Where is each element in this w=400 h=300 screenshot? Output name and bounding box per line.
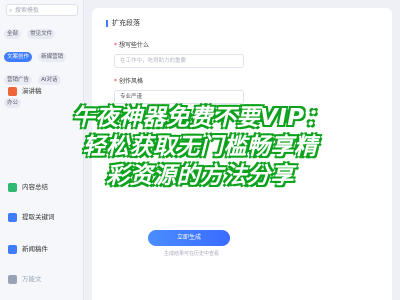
sidebar-item-universal[interactable]: 万能文 bbox=[8, 272, 78, 286]
search-input[interactable]: ⌕ 搜索模板 bbox=[6, 4, 78, 16]
card-title-text: 扩充段落 bbox=[112, 19, 140, 27]
sidebar-item-label: 万能文 bbox=[22, 275, 42, 283]
doc-icon bbox=[8, 274, 17, 284]
generate-hint: 生成结果可在历史中查看 bbox=[164, 251, 220, 257]
card-title: 扩充段落 bbox=[106, 18, 140, 28]
topic-input[interactable]: 在工作中，吃得助力的重要 bbox=[114, 54, 244, 68]
chip-new-media[interactable]: 新媒营销 bbox=[38, 52, 67, 62]
chip-all[interactable]: 全部 bbox=[4, 29, 22, 39]
generate-button[interactable]: 立即生成 bbox=[148, 230, 230, 246]
keyword-icon bbox=[8, 212, 17, 222]
required-mark: * bbox=[114, 42, 117, 49]
title-accent-bar bbox=[106, 19, 108, 27]
headline-line-1: 午夜神器免费不要VIP： bbox=[71, 105, 329, 131]
field1-label: * 想写些什么 bbox=[114, 40, 149, 49]
headline-line-2: 轻松获取无门槛畅享精 bbox=[82, 134, 318, 160]
headline-line-3: 彩资源的方法分享 bbox=[106, 163, 294, 189]
sidebar-item-speech[interactable]: 演讲稿 bbox=[8, 84, 78, 98]
chip-copywriting[interactable]: 文案创作 bbox=[4, 52, 33, 62]
field1-label-text: 想写些什么 bbox=[119, 42, 150, 49]
news-icon bbox=[8, 244, 17, 254]
sidebar-item-news[interactable]: 新闻稿件 bbox=[8, 242, 78, 256]
style-select-value: 专业严谨 bbox=[120, 94, 143, 100]
chip-common[interactable]: 常见文件 bbox=[27, 29, 56, 39]
sidebar-item-label: 演讲稿 bbox=[22, 87, 42, 95]
search-placeholder: 搜索模板 bbox=[15, 7, 40, 14]
sidebar-item-label: 提取关键词 bbox=[22, 213, 55, 221]
topic-input-placeholder: 在工作中，吃得助力的重要 bbox=[120, 58, 187, 64]
style-select[interactable]: 专业严谨 bbox=[114, 90, 244, 104]
field2-label: * 创作风格 bbox=[114, 76, 143, 85]
category-chips: 全部 常见文件 文案创作 新媒营销 营销广告 AI对话 办公 bbox=[4, 20, 82, 112]
search-icon: ⌕ bbox=[9, 7, 13, 14]
sidebar-item-keywords[interactable]: 提取关键词 bbox=[8, 210, 78, 224]
headline-overlay: 午夜神器免费不要VIP： 轻松获取无门槛畅享精 彩资源的方法分享 bbox=[0, 104, 400, 191]
field2-label-text: 创作风格 bbox=[119, 78, 144, 85]
required-mark: * bbox=[114, 78, 117, 85]
sidebar-item-label: 新闻稿件 bbox=[22, 245, 48, 253]
speech-icon bbox=[8, 86, 17, 96]
